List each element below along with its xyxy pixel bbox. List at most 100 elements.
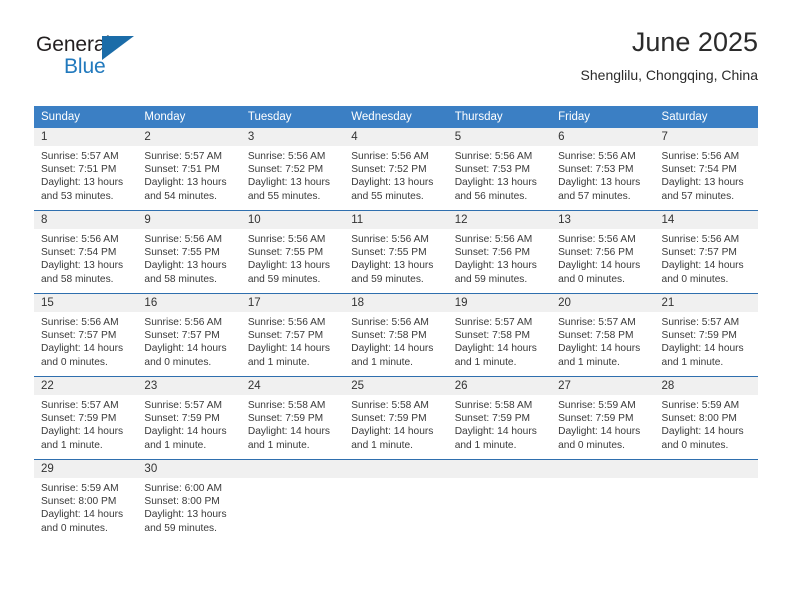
calendar-day-cell[interactable]: 22 Sunrise: 5:57 AM Sunset: 7:59 PM Dayligh… <box>34 376 138 460</box>
daylight-text-line2: and 57 minutes. <box>558 190 631 202</box>
day-details: Sunrise: 5:56 AM Sunset: 7:53 PM Daylight:… <box>448 146 551 203</box>
daylight-text-line2: and 1 minute. <box>454 439 517 451</box>
daylight-text-line1: Daylight: 14 hours <box>661 426 744 438</box>
daylight-text-line2: and 57 minutes. <box>661 190 735 202</box>
sunrise-text: Sunrise: 5:56 AM <box>41 234 119 245</box>
day-number: 5 <box>447 128 552 146</box>
day-number: 10 <box>240 211 345 229</box>
day-details: Sunrise: 5:56 AM Sunset: 7:58 PM Daylight:… <box>344 312 447 369</box>
calendar-day-cell[interactable]: 19 Sunrise: 5:57 AM Sunset: 7:58 PM Dayligh… <box>447 293 552 377</box>
calendar-day-cell[interactable]: 4 Sunrise: 5:56 AM Sunset: 7:52 PM Daylight… <box>344 128 448 211</box>
weekday-header-tuesday: Tuesday <box>240 106 345 128</box>
sunrise-text: Sunrise: 5:58 AM <box>247 400 326 411</box>
sunset-text: Sunset: 7:59 PM <box>41 413 117 425</box>
day-number: 19 <box>447 294 552 312</box>
calendar-day-cell[interactable]: 13 Sunrise: 5:56 AM Sunset: 7:56 PM Dayligh… <box>551 210 655 294</box>
calendar-day-cell[interactable]: 24 Sunrise: 5:58 AM Sunset: 7:59 PM Dayligh… <box>240 376 345 460</box>
calendar-day-cell[interactable]: 15 Sunrise: 5:56 AM Sunset: 7:57 PM Dayligh… <box>34 293 138 377</box>
daylight-text-line1: Daylight: 14 hours <box>247 426 330 438</box>
sunset-text: Sunset: 7:58 PM <box>351 330 427 342</box>
day-number: 29 <box>34 460 138 478</box>
daylight-text-line2: and 0 minutes. <box>661 273 729 285</box>
calendar-day-cell[interactable]: 30 Sunrise: 6:00 AM Sunset: 8:00 PM Dayligh… <box>137 459 241 542</box>
sunrise-text: Sunrise: 5:56 AM <box>144 317 223 328</box>
day-details: Sunrise: 5:56 AM Sunset: 7:54 PM Daylight:… <box>34 229 137 286</box>
daylight-text-line2: and 0 minutes. <box>558 273 625 285</box>
sunset-text: Sunset: 7:51 PM <box>144 164 220 176</box>
calendar-day-cell[interactable]: 12 Sunrise: 5:56 AM Sunset: 7:56 PM Dayligh… <box>447 210 552 294</box>
day-number: 13 <box>551 211 655 229</box>
day-number: 8 <box>34 211 138 229</box>
sunrise-text: Sunrise: 5:56 AM <box>247 317 326 328</box>
day-number <box>551 460 655 478</box>
sunrise-text: Sunrise: 5:56 AM <box>144 234 223 245</box>
calendar-day-cell[interactable]: 17 Sunrise: 5:56 AM Sunset: 7:57 PM Dayligh… <box>240 293 345 377</box>
location-subtitle: Shenglilu, Chongqing, China <box>580 66 758 83</box>
calendar-week-row: 1 Sunrise: 5:57 AM Sunset: 7:51 PM Daylight… <box>34 128 758 211</box>
calendar-day-cell[interactable]: 18 Sunrise: 5:56 AM Sunset: 7:58 PM Dayligh… <box>344 293 448 377</box>
calendar-day-cell[interactable]: 14 Sunrise: 5:56 AM Sunset: 7:57 PM Dayligh… <box>654 210 758 294</box>
daylight-text-line1: Daylight: 14 hours <box>454 343 537 355</box>
title-block: June 2025 Shenglilu, Chongqing, China <box>580 27 758 83</box>
sunrise-text: Sunrise: 5:56 AM <box>558 234 636 245</box>
sunrise-text: Sunrise: 5:57 AM <box>41 151 119 162</box>
day-number: 11 <box>344 211 448 229</box>
calendar-day-cell[interactable]: 5 Sunrise: 5:56 AM Sunset: 7:53 PM Daylight… <box>447 128 552 211</box>
day-number: 2 <box>137 128 241 146</box>
calendar-day-cell[interactable]: 3 Sunrise: 5:56 AM Sunset: 7:52 PM Daylight… <box>240 128 345 211</box>
sunrise-text: Sunrise: 5:59 AM <box>558 400 636 411</box>
sunrise-text: Sunrise: 5:57 AM <box>144 400 223 411</box>
day-details: Sunrise: 5:57 AM Sunset: 7:51 PM Daylight:… <box>137 146 240 203</box>
calendar-day-cell[interactable]: 20 Sunrise: 5:57 AM Sunset: 7:58 PM Dayligh… <box>551 293 655 377</box>
general-blue-logo[interactable]: General Blue <box>34 30 164 82</box>
daylight-text-line2: and 55 minutes. <box>351 190 424 202</box>
day-details: Sunrise: 5:56 AM Sunset: 7:57 PM Daylight:… <box>34 312 137 369</box>
daylight-text-line1: Daylight: 14 hours <box>558 426 641 438</box>
daylight-text-line2: and 1 minute. <box>247 356 310 368</box>
calendar-day-cell[interactable]: 27 Sunrise: 5:59 AM Sunset: 7:59 PM Dayligh… <box>551 376 655 460</box>
day-number: 15 <box>34 294 138 312</box>
calendar-day-cell[interactable]: 7 Sunrise: 5:56 AM Sunset: 7:54 PM Daylight… <box>654 128 758 211</box>
calendar-week-row: 15 Sunrise: 5:56 AM Sunset: 7:57 PM Dayligh… <box>34 293 758 377</box>
calendar-day-cell[interactable]: 29 Sunrise: 5:59 AM Sunset: 8:00 PM Dayligh… <box>34 459 138 542</box>
sunset-text: Sunset: 7:55 PM <box>351 247 427 259</box>
calendar-day-cell[interactable]: 21 Sunrise: 5:57 AM Sunset: 7:59 PM Dayligh… <box>654 293 758 377</box>
sunrise-text: Sunrise: 5:56 AM <box>41 317 119 328</box>
calendar-day-cell[interactable]: 16 Sunrise: 5:56 AM Sunset: 7:57 PM Dayligh… <box>137 293 241 377</box>
weekday-header-sunday: Sunday <box>34 106 138 128</box>
day-number: 6 <box>551 128 655 146</box>
day-number: 22 <box>34 377 138 395</box>
sunrise-text: Sunrise: 5:56 AM <box>558 151 636 162</box>
daylight-text-line2: and 0 minutes. <box>661 439 729 451</box>
calendar-day-cell[interactable]: 10 Sunrise: 5:56 AM Sunset: 7:55 PM Dayligh… <box>240 210 345 294</box>
sunrise-text: Sunrise: 5:56 AM <box>454 234 533 245</box>
daylight-text-line2: and 1 minute. <box>247 439 310 451</box>
calendar-header-row-group: Sunday Monday Tuesday Wednesday Thursday… <box>34 106 758 128</box>
sunset-text: Sunset: 7:57 PM <box>41 330 117 342</box>
day-details: Sunrise: 5:56 AM Sunset: 7:57 PM Daylight:… <box>137 312 240 369</box>
day-details: Sunrise: 5:56 AM Sunset: 7:52 PM Daylight:… <box>344 146 447 203</box>
daylight-text-line1: Daylight: 14 hours <box>41 509 124 521</box>
sunset-text: Sunset: 7:59 PM <box>558 413 634 425</box>
day-details: Sunrise: 5:58 AM Sunset: 7:59 PM Daylight:… <box>241 395 344 452</box>
weekday-header-saturday: Saturday <box>654 106 758 128</box>
daylight-text-line1: Daylight: 13 hours <box>41 177 124 189</box>
daylight-text-line2: and 0 minutes. <box>558 439 625 451</box>
calendar-day-cell[interactable]: 28 Sunrise: 5:59 AM Sunset: 8:00 PM Dayligh… <box>654 376 758 460</box>
calendar-day-cell-empty <box>654 459 758 542</box>
calendar-day-cell[interactable]: 8 Sunrise: 5:56 AM Sunset: 7:54 PM Daylight… <box>34 210 138 294</box>
daylight-text-line1: Daylight: 13 hours <box>144 260 227 272</box>
day-details: Sunrise: 5:57 AM Sunset: 7:51 PM Daylight:… <box>34 146 137 203</box>
calendar-day-cell[interactable]: 26 Sunrise: 5:58 AM Sunset: 7:59 PM Dayligh… <box>447 376 552 460</box>
calendar-day-cell[interactable]: 25 Sunrise: 5:58 AM Sunset: 7:59 PM Dayligh… <box>344 376 448 460</box>
calendar-day-cell[interactable]: 23 Sunrise: 5:57 AM Sunset: 7:59 PM Dayligh… <box>137 376 241 460</box>
daylight-text-line2: and 59 minutes. <box>247 273 321 285</box>
calendar-day-cell[interactable]: 1 Sunrise: 5:57 AM Sunset: 7:51 PM Daylight… <box>34 128 138 211</box>
day-details: Sunrise: 5:57 AM Sunset: 7:59 PM Daylight:… <box>137 395 240 452</box>
calendar-day-cell[interactable]: 2 Sunrise: 5:57 AM Sunset: 7:51 PM Daylight… <box>137 128 241 211</box>
daylight-text-line1: Daylight: 14 hours <box>351 343 434 355</box>
day-number: 25 <box>344 377 448 395</box>
calendar-day-cell[interactable]: 9 Sunrise: 5:56 AM Sunset: 7:55 PM Daylight… <box>137 210 241 294</box>
calendar-day-cell[interactable]: 11 Sunrise: 5:56 AM Sunset: 7:55 PM Dayligh… <box>344 210 448 294</box>
calendar-day-cell[interactable]: 6 Sunrise: 5:56 AM Sunset: 7:53 PM Daylight… <box>551 128 655 211</box>
